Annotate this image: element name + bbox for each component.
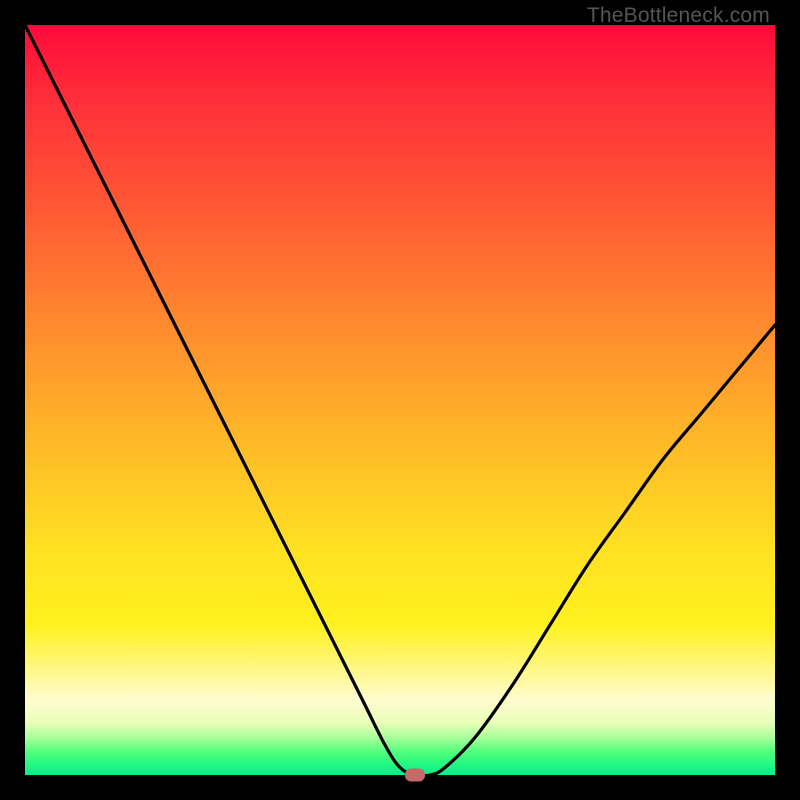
chart-frame: TheBottleneck.com bbox=[0, 0, 800, 800]
bottleneck-curve bbox=[25, 25, 775, 775]
plot-area bbox=[25, 25, 775, 775]
bottleneck-marker bbox=[405, 769, 425, 782]
